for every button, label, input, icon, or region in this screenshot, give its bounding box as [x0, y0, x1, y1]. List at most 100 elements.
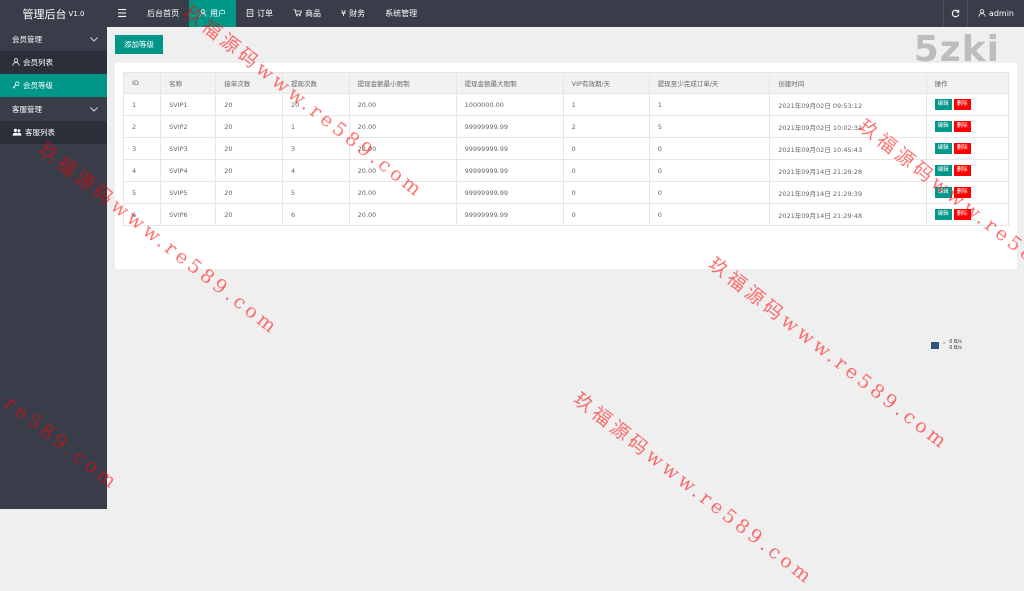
cell-min-orders: 5: [648, 115, 771, 138]
cell-order-count: 20: [215, 93, 283, 116]
delete-button[interactable]: 删除: [953, 209, 971, 220]
sidebar-item-member-list[interactable]: 会员列表: [0, 51, 107, 74]
edit-button[interactable]: 编辑: [934, 165, 952, 176]
menu-toggle-icon[interactable]: ☰: [107, 0, 137, 27]
refresh-icon[interactable]: [942, 0, 967, 27]
delete-button[interactable]: 删除: [953, 121, 971, 132]
cell-created: 2021年09月02日 09:53:12: [769, 93, 927, 116]
delete-button[interactable]: 删除: [953, 187, 971, 198]
table-row: 1 SVIP1 20 20 20.00 1000000.00 1 1 2021年09月02日 0…: [122, 93, 1010, 116]
cell-name: SVIP3: [160, 137, 217, 160]
edit-button[interactable]: 编辑: [934, 121, 952, 132]
nav-orders[interactable]: 订单: [236, 0, 283, 27]
cell-order-count: 20: [215, 137, 283, 160]
cell-withdraw-min: 20.00: [348, 137, 457, 160]
level-table: ID 名称 接单次数 提现次数 提现金额最小限制 提现金额最大限制 VIP有效期…: [122, 72, 1010, 226]
users-icon: [12, 128, 22, 138]
sidebar-group-label: 会员管理: [12, 34, 42, 44]
cell-id: 6: [122, 203, 162, 226]
network-monitor: ⌃ 0 B/s 0 B/s: [931, 339, 962, 351]
key-icon: [12, 81, 20, 91]
chevron-down-icon: [90, 105, 98, 114]
cart-icon: [293, 8, 302, 19]
edit-button[interactable]: 编辑: [934, 187, 952, 198]
cell-id: 2: [122, 115, 162, 138]
cell-vip-days: 0: [562, 181, 650, 204]
sidebar-item-service-list[interactable]: 客服列表: [0, 121, 107, 144]
cell-order-count: 20: [215, 115, 283, 138]
nav-goods-label: 商品: [305, 9, 321, 18]
top-right-tools: admin: [942, 0, 1024, 27]
cell-order-count: 20: [215, 203, 283, 226]
net-down: 0 B/s: [949, 345, 962, 351]
delete-button[interactable]: 删除: [953, 99, 971, 110]
col-vip-days: VIP有效期/天: [562, 72, 650, 94]
delete-button[interactable]: 删除: [953, 165, 971, 176]
cell-name: SVIP4: [160, 159, 217, 182]
col-created: 创建时间: [769, 72, 927, 94]
cell-created: 2021年09月02日 10:02:32: [769, 115, 927, 138]
sidebar-item-label: 会员等级: [23, 81, 53, 90]
col-min-orders: 提现至少完成订单/天: [648, 72, 771, 94]
cell-created: 2021年09月14日 21:29:28: [769, 159, 927, 182]
cell-withdraw-max: 99999999.99: [455, 137, 564, 160]
cell-withdraw-min: 20.00: [348, 181, 457, 204]
nav-goods[interactable]: 商品: [283, 0, 331, 27]
edit-button[interactable]: 编辑: [934, 143, 952, 154]
cell-order-count: 20: [215, 181, 283, 204]
nav-system-label: 系统管理: [385, 9, 418, 18]
top-bar: 管理后台 V1.0 ☰ 后台首页 用户 订单 商品 ¥ 财务 系统管理 admi…: [0, 0, 1024, 27]
cell-withdraw-min: 20.00: [348, 93, 457, 116]
cell-vip-days: 0: [562, 203, 650, 226]
col-id: ID: [122, 72, 162, 94]
table-row: 6 SVIP6 20 6 20.00 99999999.99 0 0 2021年09月14日 2…: [122, 203, 1010, 226]
cell-name: SVIP1: [160, 93, 217, 116]
nav-home[interactable]: 后台首页: [137, 0, 189, 27]
yen-icon: ¥: [341, 9, 347, 18]
chevron-down-icon: [90, 35, 98, 44]
sidebar-item-label: 客服列表: [25, 128, 55, 137]
cell-withdraw-max: 99999999.99: [455, 115, 564, 138]
cell-vip-days: 1: [562, 93, 650, 116]
level-table-panel: ID 名称 接单次数 提现次数 提现金额最小限制 提现金额最大限制 VIP有效期…: [115, 63, 1017, 269]
nav-users-label: 用户: [210, 9, 226, 18]
sidebar: 会员管理 会员列表 会员等级 客服管理 客服列表: [0, 27, 107, 509]
cell-id: 1: [122, 93, 162, 116]
cell-actions: 编辑 删除: [925, 159, 1010, 182]
sidebar-group-service[interactable]: 客服管理: [0, 97, 107, 121]
cell-name: SVIP5: [160, 181, 217, 204]
user-name: admin: [988, 9, 1014, 18]
nav-users[interactable]: 用户: [189, 0, 236, 27]
sidebar-item-member-level[interactable]: 会员等级: [0, 74, 107, 97]
cell-id: 3: [122, 137, 162, 160]
cell-name: SVIP6: [160, 203, 217, 226]
app-logo: 管理后台 V1.0: [0, 0, 107, 27]
cell-withdraw-max: 99999999.99: [455, 181, 564, 204]
cell-id: 4: [122, 159, 162, 182]
cell-withdraw-max: 99999999.99: [455, 203, 564, 226]
cell-withdraw-count: 4: [281, 159, 350, 182]
edit-button[interactable]: 编辑: [934, 209, 952, 220]
cell-min-orders: 1: [648, 93, 771, 116]
edit-button[interactable]: 编辑: [934, 99, 952, 110]
nav-finance[interactable]: ¥ 财务: [331, 0, 375, 27]
delete-button[interactable]: 删除: [953, 143, 971, 154]
sidebar-item-label: 会员列表: [23, 58, 53, 67]
cell-withdraw-min: 20.00: [348, 159, 457, 182]
sidebar-group-members[interactable]: 会员管理: [0, 27, 107, 51]
nav-system[interactable]: 系统管理: [375, 0, 427, 27]
add-level-button[interactable]: 添加等级: [115, 35, 163, 54]
cell-actions: 编辑 删除: [925, 137, 1010, 160]
user-menu[interactable]: admin: [966, 0, 1024, 27]
table-header-row: ID 名称 接单次数 提现次数 提现金额最小限制 提现金额最大限制 VIP有效期…: [122, 72, 1010, 94]
nav-home-label: 后台首页: [147, 9, 179, 18]
cell-id: 5: [122, 181, 162, 204]
cell-vip-days: 2: [562, 115, 650, 138]
col-withdraw-max: 提现金额最大限制: [455, 72, 564, 94]
cell-vip-days: 0: [562, 137, 650, 160]
app-version: V1.0: [68, 9, 85, 18]
cell-min-orders: 0: [648, 137, 771, 160]
cell-withdraw-min: 20.00: [348, 203, 457, 226]
table-row: 3 SVIP3 20 3 20.00 99999999.99 0 0 2021年09月02日 1…: [122, 137, 1010, 160]
table-row: 5 SVIP5 20 5 20.00 99999999.99 0 0 2021年09月14日 2…: [122, 181, 1010, 204]
